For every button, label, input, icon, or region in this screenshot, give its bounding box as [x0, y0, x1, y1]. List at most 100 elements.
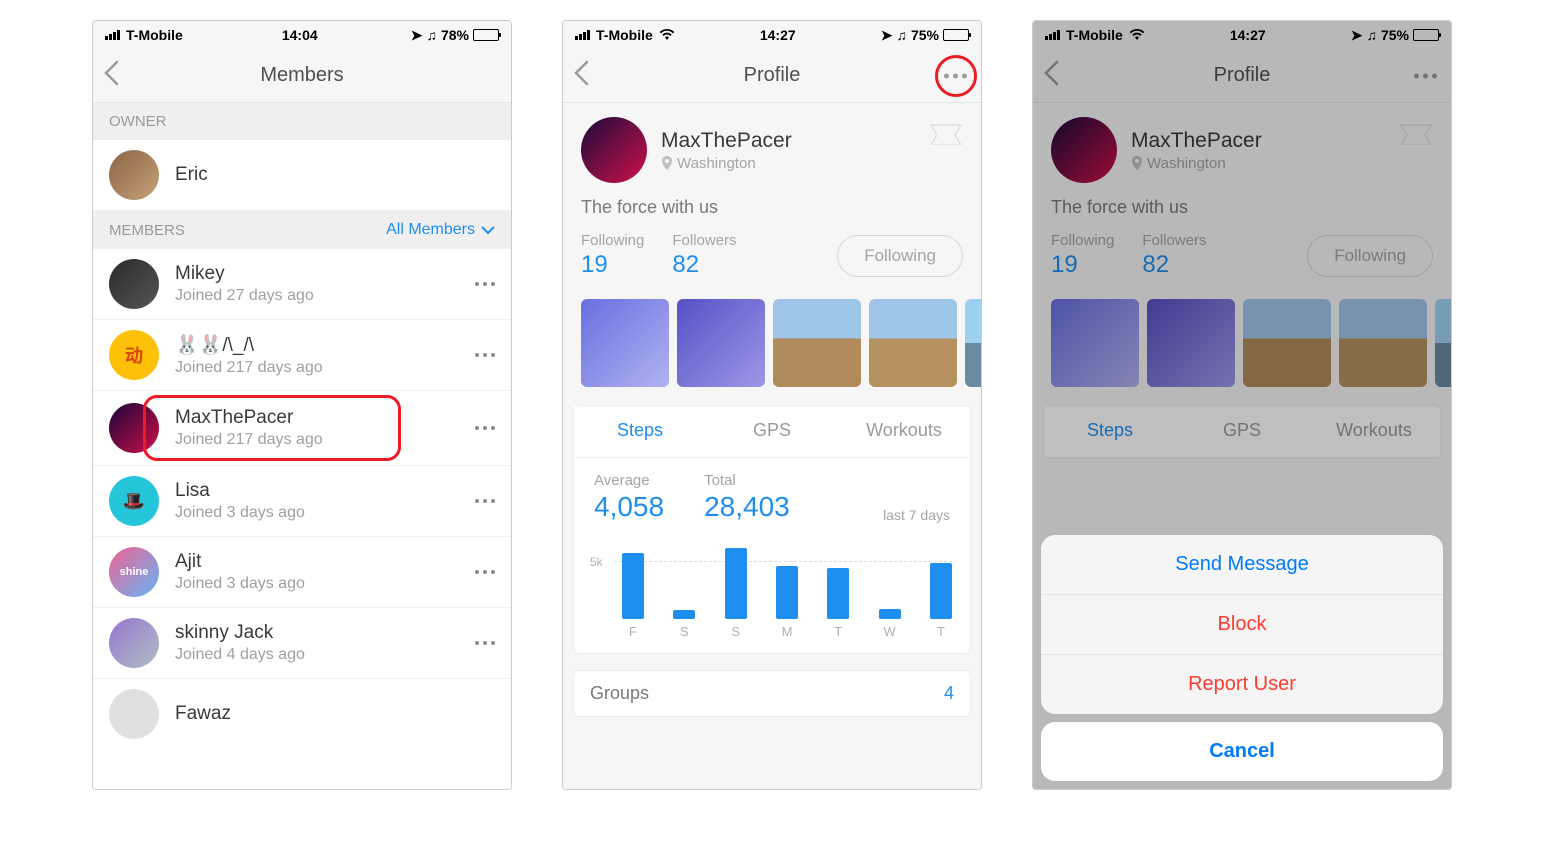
chart-bar	[725, 548, 747, 619]
headphones-icon: ♫	[426, 27, 437, 43]
member-row[interactable]: skinny Jack Joined 4 days ago	[93, 608, 511, 679]
profile-name: MaxThePacer	[661, 129, 792, 153]
more-icon[interactable]	[475, 282, 495, 286]
avatar: 🎩	[109, 476, 159, 526]
battery-pct: 78%	[441, 27, 469, 43]
signal-icon	[575, 30, 590, 40]
member-row[interactable]: 动 🐰🐰/\_/\ Joined 217 days ago	[93, 320, 511, 391]
chart-bar	[930, 563, 952, 619]
member-row[interactable]: Fawaz	[93, 679, 511, 749]
report-user-button[interactable]: Report User	[1041, 655, 1443, 714]
chart-bar	[879, 609, 901, 619]
owner-row[interactable]: Eric	[93, 140, 511, 211]
member-row-highlighted[interactable]: MaxThePacer Joined 217 days ago	[93, 391, 511, 466]
badge-photo[interactable]	[581, 299, 669, 387]
profile-screen: T-Mobile 14:27 ➤ ♫ 75% Profile MaxThePac…	[562, 20, 982, 790]
owner-section-header: OWNER	[93, 103, 511, 140]
carrier-label: T-Mobile	[596, 27, 653, 43]
cancel-button[interactable]: Cancel	[1041, 722, 1443, 781]
signal-icon	[105, 30, 120, 40]
activity-tabs: Steps GPS Workouts	[574, 406, 970, 458]
location-icon: ➤	[411, 27, 423, 44]
average-value: 4,058	[594, 491, 664, 523]
back-button[interactable]	[103, 60, 119, 91]
followers-stat[interactable]: Followers 82	[672, 232, 736, 279]
members-screen: T-Mobile 14:04 ➤ ♫ 78% Members OWNER Eri…	[92, 20, 512, 790]
chart-bar	[673, 610, 695, 619]
following-stat[interactable]: Following 19	[581, 232, 644, 279]
more-icon[interactable]	[475, 641, 495, 645]
activity-card: Steps GPS Workouts Average 4,058 Total 2…	[573, 405, 971, 654]
avatar: shine	[109, 547, 159, 597]
profile-screen-action-sheet: T-Mobile 14:27 ➤ ♫ 75% Profile MaxThePac…	[1032, 20, 1452, 790]
clock: 14:27	[760, 27, 796, 43]
members-filter-dropdown[interactable]: All Members	[386, 221, 495, 239]
more-icon[interactable]	[475, 426, 495, 430]
tab-steps[interactable]: Steps	[574, 406, 706, 457]
back-button[interactable]	[573, 60, 589, 91]
member-row[interactable]: 🎩 Lisa Joined 3 days ago	[93, 466, 511, 537]
action-sheet-overlay[interactable]: Send Message Block Report User Cancel	[1033, 21, 1451, 789]
pin-icon	[661, 156, 673, 170]
profile-header: MaxThePacer Washington The force with us…	[563, 103, 981, 289]
follow-button[interactable]: Following	[837, 235, 963, 277]
chart-x-label: S	[725, 624, 747, 639]
chart-bar	[622, 553, 644, 619]
steps-chart: 5k FSSMTWT	[574, 533, 970, 643]
chart-x-label: T	[930, 624, 952, 639]
chart-x-label: F	[622, 624, 644, 639]
profile-location: Washington	[661, 155, 792, 172]
badge-photo[interactable]	[677, 299, 765, 387]
chart-bar	[827, 568, 849, 619]
members-section-header: MEMBERS All Members	[93, 211, 511, 249]
avatar	[109, 689, 159, 739]
clock: 14:04	[282, 27, 318, 43]
user-photo[interactable]	[965, 299, 981, 387]
tab-gps[interactable]: GPS	[706, 406, 838, 457]
battery-icon	[473, 29, 499, 41]
more-button[interactable]	[944, 73, 967, 78]
total-value: 28,403	[704, 491, 790, 523]
avatar	[109, 259, 159, 309]
wifi-icon	[659, 27, 675, 43]
tab-workouts[interactable]: Workouts	[838, 406, 970, 457]
location-icon: ➤	[881, 27, 893, 44]
avatar	[109, 403, 159, 453]
user-photo[interactable]	[869, 299, 957, 387]
more-icon[interactable]	[475, 499, 495, 503]
battery-icon	[943, 29, 969, 41]
member-row[interactable]: Mikey Joined 27 days ago	[93, 249, 511, 320]
photo-strip[interactable]	[563, 289, 981, 387]
nav-bar: Profile	[563, 49, 981, 103]
more-icon[interactable]	[475, 570, 495, 574]
owner-name: Eric	[175, 164, 495, 186]
members-list: Mikey Joined 27 days ago 动 🐰🐰/\_/\ Joine…	[93, 249, 511, 789]
groups-row[interactable]: Groups 4	[573, 670, 971, 717]
chart-x-label: T	[827, 624, 849, 639]
chart-x-label: S	[673, 624, 695, 639]
chart-x-label: M	[776, 624, 798, 639]
page-title: Members	[260, 64, 343, 87]
avatar	[109, 618, 159, 668]
send-message-button[interactable]: Send Message	[1041, 535, 1443, 595]
rank-badge-icon	[929, 123, 963, 150]
avatar: 动	[109, 330, 159, 380]
headphones-icon: ♫	[896, 27, 907, 43]
action-sheet: Send Message Block Report User	[1041, 535, 1443, 714]
nav-bar: Members	[93, 49, 511, 103]
status-bar: T-Mobile 14:04 ➤ ♫ 78%	[93, 21, 511, 49]
user-photo[interactable]	[773, 299, 861, 387]
chart-bar	[776, 566, 798, 619]
chart-x-label: W	[879, 624, 901, 639]
carrier-label: T-Mobile	[126, 27, 183, 43]
block-button[interactable]: Block	[1041, 595, 1443, 655]
total-label: Total	[704, 472, 790, 489]
battery-pct: 75%	[911, 27, 939, 43]
chevron-down-icon	[481, 225, 495, 235]
member-row[interactable]: shine Ajit Joined 3 days ago	[93, 537, 511, 608]
profile-bio: The force with us	[581, 197, 963, 218]
status-bar: T-Mobile 14:27 ➤ ♫ 75%	[563, 21, 981, 49]
profile-avatar[interactable]	[581, 117, 647, 183]
more-icon[interactable]	[475, 353, 495, 357]
range-label: last 7 days	[883, 507, 950, 523]
